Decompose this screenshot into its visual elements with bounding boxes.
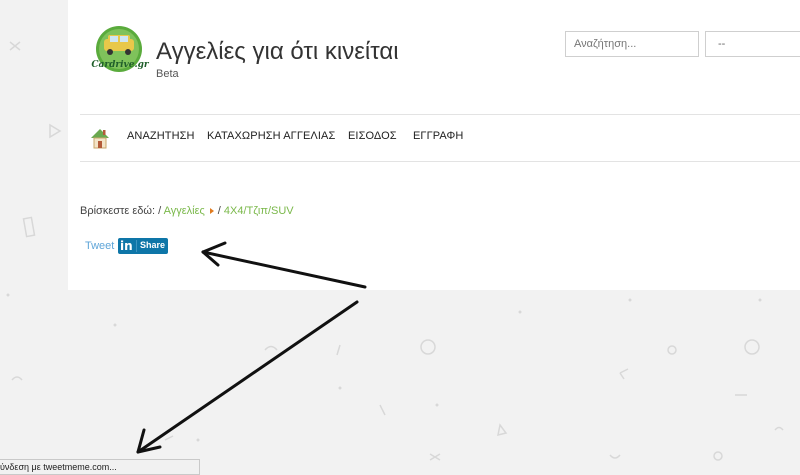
browser-status-bar: ύνδεση με tweetmeme.com... [0, 459, 200, 475]
logo-text: Cardrive.gr [91, 60, 149, 70]
nav-bottom-divider [80, 161, 800, 162]
linkedin-icon: in [120, 239, 133, 253]
linkedin-share-button[interactable]: in Share [118, 238, 168, 254]
nav-item-login[interactable]: ΕΙΣΟΔΟΣ [348, 130, 397, 142]
breadcrumb-separator: / [158, 205, 162, 217]
category-select[interactable]: -- [705, 31, 800, 57]
linkedin-share-label: Share [140, 240, 166, 250]
tweet-button[interactable]: Tweet [85, 240, 114, 252]
home-icon[interactable] [89, 126, 111, 150]
breadcrumb: Βρίσκεστε εδώ: / Αγγελίες/ 4X4/Τζιπ/SUV [80, 205, 294, 217]
search-input[interactable] [565, 31, 699, 57]
breadcrumb-arrow-icon [209, 208, 214, 214]
nav-item-post-ad[interactable]: ΚΑΤΑΧΩΡΗΣΗ ΑΓΓΕΛΙΑΣ [207, 130, 335, 142]
site-title[interactable]: Αγγελίες για ότι κινείται [156, 38, 399, 66]
nav-item-register[interactable]: ΕΓΓΡΑΦΗ [413, 130, 463, 142]
breadcrumb-link-category[interactable]: 4X4/Τζιπ/SUV [224, 205, 294, 217]
nav-item-search[interactable]: ΑΝΑΖΗΤΗΣΗ [127, 130, 195, 142]
breadcrumb-link-ads[interactable]: Αγγελίες [164, 205, 205, 217]
share-divider [136, 240, 137, 252]
breadcrumb-separator: / [217, 205, 221, 217]
site-subtitle: Beta [156, 68, 179, 80]
nav-top-divider [80, 114, 800, 115]
breadcrumb-prefix: Βρίσκεστε εδώ: [80, 205, 155, 217]
